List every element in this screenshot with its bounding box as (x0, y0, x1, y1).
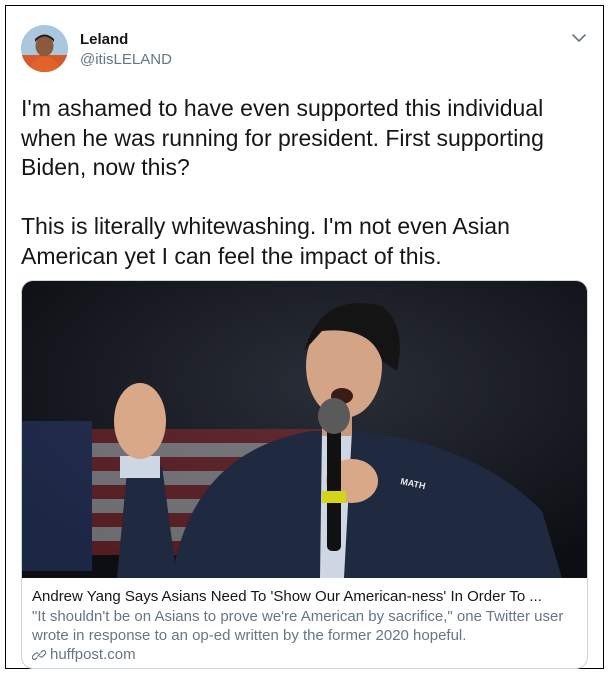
card-domain: huffpost.com (50, 646, 136, 663)
avatar[interactable] (21, 25, 68, 72)
link-icon (32, 650, 46, 660)
avatar-image (21, 25, 68, 72)
card-body: Andrew Yang Says Asians Need To 'Show Ou… (32, 587, 580, 665)
link-card[interactable]: MATH Andrew Yang Says Asians Need To 'Sh… (21, 280, 588, 669)
tweet-text: I'm ashamed to have even supported this … (21, 95, 544, 269)
chevron-down-icon[interactable] (571, 31, 587, 43)
card-image[interactable]: MATH (22, 281, 587, 578)
card-title[interactable]: Andrew Yang Says Asians Need To 'Show Ou… (32, 587, 580, 607)
author-name[interactable]: Leland (80, 31, 128, 48)
tweet-container: Leland @itisLELAND I'm ashamed to have e… (5, 5, 604, 669)
author-handle[interactable]: @itisLELAND (80, 51, 172, 68)
card-domain-row[interactable]: huffpost.com (32, 645, 580, 665)
card-description: "It shouldn't be on Asians to prove we'r… (32, 608, 564, 644)
